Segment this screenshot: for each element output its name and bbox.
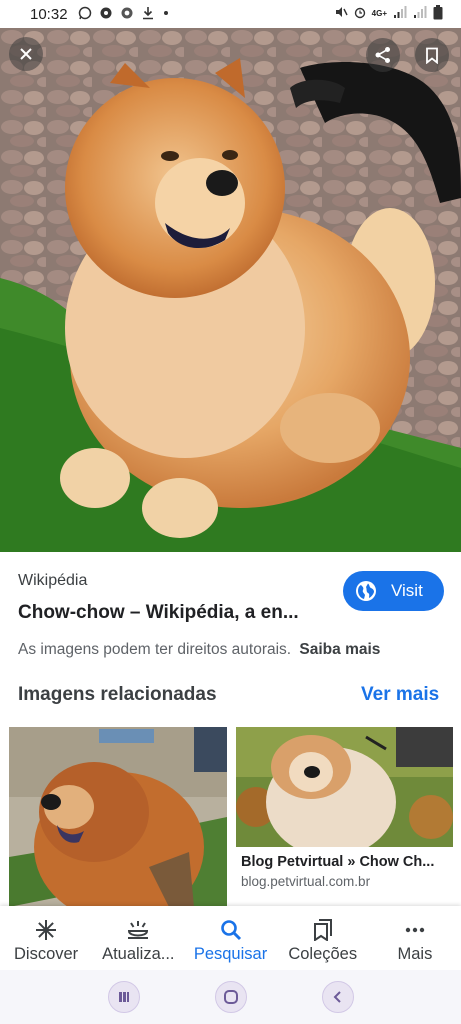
bottom-navigation: Discover Atualiza... Pesquisar Coleções … (0, 906, 461, 970)
nav-discover[interactable]: Discover (0, 906, 92, 970)
updates-icon (126, 918, 150, 942)
see-more-link[interactable]: Ver mais (361, 684, 439, 706)
battery-icon (433, 4, 443, 24)
signal-icon (393, 5, 407, 23)
nav-label: Pesquisar (193, 945, 268, 963)
nav-collections[interactable]: Coleções (277, 906, 369, 970)
nav-label: Coleções (288, 945, 358, 963)
main-image[interactable] (0, 28, 461, 552)
visit-button[interactable]: Visit (343, 571, 444, 611)
close-button[interactable] (9, 37, 43, 71)
4g-plus-icon: 4G+ (371, 9, 387, 18)
related-images-heading: Imagens relacionadas (18, 684, 217, 705)
image-source-panel: Wikipédia Chow-chow – Wikipédia, a en...… (0, 552, 461, 677)
related-image-thumbnail (9, 727, 227, 907)
share-button[interactable] (366, 38, 400, 72)
nav-search[interactable]: Pesquisar (184, 906, 276, 970)
mute-icon (334, 5, 348, 23)
notification-icons (78, 6, 170, 22)
signal-icon (413, 5, 427, 23)
whatsapp-icon (78, 6, 92, 22)
back-icon (333, 991, 341, 1003)
related-image-caption: Blog Petvirtual » Chow Ch... (241, 854, 435, 870)
bookmark-button[interactable] (415, 38, 449, 72)
system-navigation-bar (0, 970, 461, 1024)
dot-icon (162, 6, 170, 22)
nav-updates[interactable]: Atualiza... (92, 906, 184, 970)
home-icon (223, 990, 238, 1004)
visit-label: Visit (391, 581, 423, 600)
nav-label: Atualiza... (102, 945, 175, 963)
vpn-icon (99, 6, 113, 22)
system-status-icons: 4G+ (334, 4, 443, 24)
more-icon (403, 918, 427, 942)
related-image-card[interactable]: Blog Petvirtual » Chow Ch... blog.petvir… (236, 727, 453, 907)
related-image-url: blog.petvirtual.com.br (241, 874, 371, 889)
close-icon (20, 48, 32, 60)
learn-more-link[interactable]: Saiba mais (299, 641, 380, 658)
source-name: Wikipédia (18, 572, 88, 589)
copyright-text: As imagens podem ter direitos autorais. (18, 641, 292, 658)
copyright-notice: As imagens podem ter direitos autorais. … (18, 641, 380, 659)
share-icon (375, 47, 390, 63)
nav-label: Discover (14, 945, 79, 963)
related-image-thumbnail (236, 727, 453, 857)
chrome-icon (120, 6, 134, 22)
nav-more[interactable]: Mais (369, 906, 461, 970)
recents-button[interactable] (107, 981, 140, 1013)
home-button[interactable] (214, 981, 247, 1013)
search-icon (219, 918, 243, 942)
back-button[interactable] (321, 981, 354, 1013)
download-icon (141, 6, 155, 22)
globe-icon (356, 581, 376, 601)
nav-label: Mais (397, 945, 433, 963)
source-title-link[interactable]: Chow-chow – Wikipédia, a en... (18, 602, 299, 624)
related-image-card[interactable] (9, 727, 227, 907)
status-bar: 10:32 4G+ (0, 0, 461, 28)
chow-chow-photo (0, 28, 461, 552)
collections-icon (311, 918, 335, 942)
recents-icon (118, 992, 129, 1002)
alarm-icon (354, 5, 366, 23)
bookmark-icon (426, 47, 438, 64)
status-time: 10:32 (30, 5, 68, 23)
asterisk-icon (34, 918, 58, 942)
